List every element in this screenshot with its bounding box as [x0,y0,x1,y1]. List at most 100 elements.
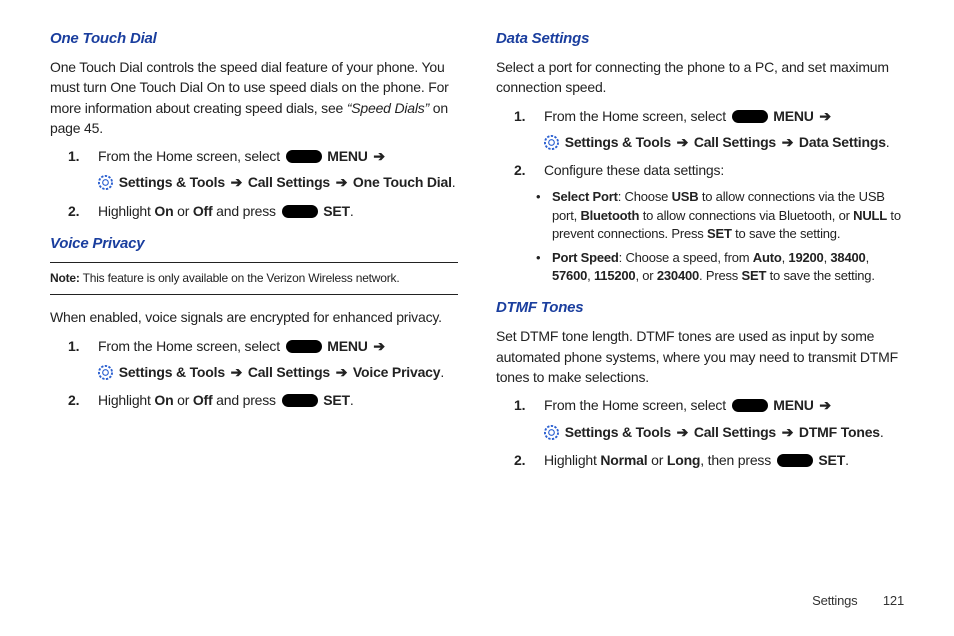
step-text: From the Home screen, select [544,108,730,124]
gear-icon [98,365,113,380]
vp-steps-2: 2. Highlight On or Off and press SET. [50,390,458,410]
arrow-icon: ➔ [336,364,348,380]
right-column: Data Settings Select a port for connecti… [496,30,904,478]
ds-step-2: 2. Configure these data settings: [496,160,904,180]
option-off: Off [193,203,213,219]
speed-230400: 230400 [657,268,699,283]
otd-step-1-cont: Settings & Tools ➔ Call Settings ➔ One T… [50,172,458,192]
path-settings-tools: Settings & Tools [561,424,675,440]
note-body: This feature is only available on the Ve… [80,271,400,285]
or-text: or [647,452,666,468]
menu-label: MENU [770,108,818,124]
step-text: From the Home screen, select [544,397,730,413]
step-number: 1. [514,106,525,126]
arrow-icon: ➔ [677,424,689,440]
usb-label: USB [672,189,699,204]
or-text: , or [635,268,656,283]
ds-bullets: Select Port: Choose USB to allow connect… [496,188,904,285]
ds-step-1: 1. From the Home screen, select MENU ➔ [496,106,904,126]
step-text: Highlight [544,452,600,468]
vp-step-1-cont: Settings & Tools ➔ Call Settings ➔ Voice… [50,362,458,382]
path-voice-privacy: Voice Privacy [349,364,440,380]
otd-steps-2: 2. Highlight On or Off and press SET. [50,201,458,221]
path-settings-tools: Settings & Tools [115,174,229,190]
heading-data-settings: Data Settings [496,30,904,47]
page-footer: Settings 121 [812,593,904,608]
note-box: Note: This feature is only available on … [50,262,458,295]
path-call-settings: Call Settings [690,134,780,150]
set-label: SET [742,268,767,283]
left-column: One Touch Dial One Touch Dial controls t… [50,30,458,478]
note-label: Note: [50,271,80,285]
speed-dials-ref: “Speed Dials” [347,100,429,116]
speed-57600: 57600 [552,268,587,283]
bullet-port-speed: Port Speed: Choose a speed, from Auto, 1… [496,249,904,285]
arrow-icon: ➔ [231,364,243,380]
bullet-name: Port Speed [552,250,619,265]
press-text: and press [212,392,279,408]
menu-label: MENU [324,338,372,354]
vp-intro: When enabled, voice signals are encrypte… [50,307,458,327]
t: to save the setting. [732,226,841,241]
option-on: On [154,203,173,219]
arrow-icon: ➔ [819,397,831,413]
path-call-settings: Call Settings [690,424,780,440]
set-label: SET [320,203,350,219]
dtmf-step-1: 1. From the Home screen, select MENU ➔ [496,395,904,415]
t: : Choose a speed, from [619,250,753,265]
step-text: Highlight [98,392,154,408]
dtmf-intro: Set DTMF tone length. DTMF tones are use… [496,326,904,387]
speed-115200: 115200 [594,268,635,283]
vp-step-1: 1. From the Home screen, select MENU ➔ [50,336,458,356]
step-number: 1. [514,395,525,415]
ds-step-1-cont: Settings & Tools ➔ Call Settings ➔ Data … [496,132,904,152]
path-one-touch-dial: One Touch Dial [349,174,452,190]
otd-step-2: 2. Highlight On or Off and press SET. [50,201,458,221]
menu-key-icon [282,394,318,407]
dtmf-steps-2: 2. Highlight Normal or Long, then press … [496,450,904,470]
otd-step-1: 1. From the Home screen, select MENU ➔ [50,146,458,166]
arrow-icon: ➔ [782,134,794,150]
gear-icon [544,135,559,150]
arrow-icon: ➔ [373,338,385,354]
t: : Choose [618,189,672,204]
step-text: From the Home screen, select [98,338,284,354]
menu-key-icon [732,399,768,412]
menu-key-icon [282,205,318,218]
option-on: On [154,392,173,408]
bluetooth-label: Bluetooth [580,208,639,223]
set-label: SET [815,452,845,468]
speed-19200: 19200 [788,250,823,265]
option-off: Off [193,392,213,408]
or-text: or [173,392,192,408]
vp-steps: 1. From the Home screen, select MENU ➔ [50,336,458,356]
arrow-icon: ➔ [373,148,385,164]
set-label: SET [320,392,350,408]
null-label: NULL [853,208,887,223]
press-text: and press [212,203,279,219]
manual-page: One Touch Dial One Touch Dial controls t… [0,0,954,636]
note-text: Note: This feature is only available on … [50,270,458,287]
step-number: 2. [68,201,79,221]
path-settings-tools: Settings & Tools [561,134,675,150]
menu-label: MENU [770,397,818,413]
menu-label: MENU [324,148,372,164]
step-number: 1. [68,336,79,356]
menu-key-icon [286,150,322,163]
ds-steps-2: 2. Configure these data settings: [496,160,904,180]
step-number: 2. [514,160,525,180]
page-number: 121 [883,593,904,608]
footer-section: Settings [812,593,857,608]
menu-key-icon [732,110,768,123]
sep: , [866,250,869,265]
dtmf-step-1-cont: Settings & Tools ➔ Call Settings ➔ DTMF … [496,422,904,442]
gear-icon [544,425,559,440]
step-number: 2. [68,390,79,410]
step-number: 2. [514,450,525,470]
t: to save the setting. [766,268,875,283]
option-long: Long [667,452,700,468]
path-settings-tools: Settings & Tools [115,364,229,380]
arrow-icon: ➔ [231,174,243,190]
arrow-icon: ➔ [336,174,348,190]
path-dtmf-tones: DTMF Tones [795,424,880,440]
